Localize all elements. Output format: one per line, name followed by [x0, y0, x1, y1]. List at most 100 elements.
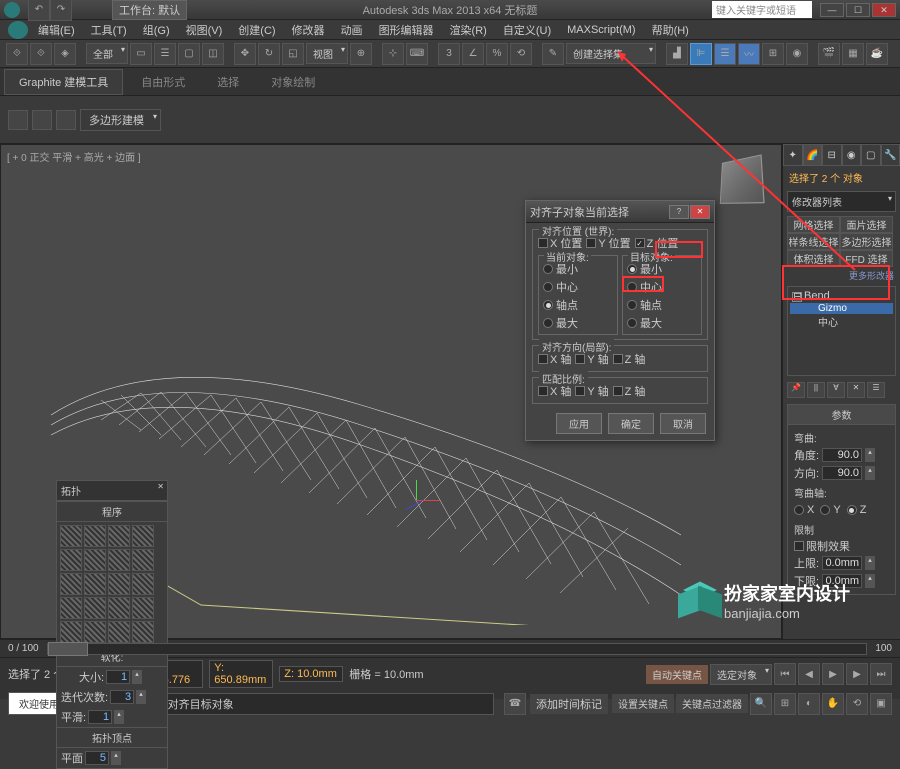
topo-thumb[interactable] — [132, 597, 154, 619]
cur-pivot[interactable]: 轴点 — [543, 296, 613, 314]
menu-maxscript[interactable]: MAXScript(M) — [561, 22, 641, 38]
topo-thumb[interactable] — [60, 621, 82, 643]
render-frame-icon[interactable]: ▦ — [842, 43, 864, 65]
tab-create[interactable]: ✦ — [783, 144, 803, 166]
scale-icon[interactable]: ◱ — [282, 43, 304, 65]
topo-thumb[interactable] — [60, 573, 82, 595]
rect-select-icon[interactable]: ▢ — [178, 43, 200, 65]
filter-dropdown[interactable]: 全部 — [86, 43, 128, 64]
upper-input[interactable]: 0.0mm — [822, 556, 862, 570]
remove-icon[interactable]: ✕ — [847, 382, 865, 398]
tgt-pivot[interactable]: 轴点 — [627, 296, 697, 314]
selset-dropdown[interactable]: 创建选择集 — [566, 43, 656, 64]
modifier-list[interactable]: 修改器列表 — [787, 191, 896, 212]
tab-hierarchy[interactable]: ⊟ — [822, 144, 842, 166]
menu-render[interactable]: 渲染(R) — [444, 20, 493, 40]
setkey-button[interactable]: 设置关键点 — [612, 694, 674, 713]
unlink-icon[interactable]: ⟐ — [30, 43, 52, 65]
angle-snap-icon[interactable]: ∠ — [462, 43, 484, 65]
tab-motion[interactable]: ◉ — [842, 144, 862, 166]
topo-thumb[interactable] — [108, 597, 130, 619]
menu-modifiers[interactable]: 修改器 — [286, 20, 331, 40]
viewcube[interactable] — [720, 154, 765, 204]
zscale-chk[interactable]: Z 轴 — [613, 383, 646, 399]
editnamed-icon[interactable]: ✎ — [542, 43, 564, 65]
topo-thumb[interactable] — [108, 549, 130, 571]
rotate-icon[interactable]: ↻ — [258, 43, 280, 65]
dialog-titlebar[interactable]: 对齐子对象当前选择 ?✕ — [526, 201, 714, 223]
ribbon-btn-1[interactable] — [8, 110, 28, 130]
close-button[interactable]: ✕ — [872, 3, 896, 17]
mod-patch-select[interactable]: 面片选择 — [840, 216, 893, 233]
upper-spinner[interactable]: ▴ — [865, 556, 875, 570]
redo-icon[interactable]: ↷ — [50, 0, 72, 21]
topo-thumb[interactable] — [84, 597, 106, 619]
undo-icon[interactable]: ↶ — [28, 0, 50, 21]
axis-z[interactable]: Z — [847, 503, 867, 517]
menu-edit[interactable]: 编辑(E) — [32, 20, 81, 40]
search-input[interactable]: 键入关键字或短语 — [712, 1, 812, 18]
keyboard-icon[interactable]: ⌨ — [406, 43, 428, 65]
topo-thumb[interactable] — [108, 621, 130, 643]
plane-value[interactable]: 5 — [85, 751, 109, 765]
soften-thumb[interactable] — [61, 669, 77, 685]
keymode-dropdown[interactable]: 选定对象 — [710, 664, 772, 685]
dir-spinner[interactable]: ▴ — [865, 466, 875, 480]
topo-thumb[interactable] — [84, 621, 106, 643]
app-menu-icon[interactable] — [8, 21, 28, 39]
angle-input[interactable]: 90.0 — [822, 448, 862, 462]
config-icon[interactable]: ☰ — [867, 382, 885, 398]
refcoord-dropdown[interactable]: 视图 — [306, 43, 348, 64]
workspace-dropdown[interactable]: 工作台: 默认 — [112, 0, 187, 20]
material-icon[interactable]: ◉ — [786, 43, 808, 65]
next-frame-icon[interactable]: ▶ — [846, 663, 868, 685]
minimize-button[interactable]: — — [820, 3, 844, 17]
apply-button[interactable]: 应用 — [556, 413, 602, 434]
tgt-center[interactable]: 中心 — [627, 278, 697, 296]
mod-ffd-select[interactable]: FFD 选择 — [840, 250, 893, 267]
angle-spinner[interactable]: ▴ — [865, 448, 875, 462]
stack-bend[interactable]: ⊟Bend — [790, 289, 893, 303]
nav-pan-icon[interactable]: ✋ — [822, 693, 844, 715]
topo-thumb[interactable] — [84, 525, 106, 547]
dialog-close[interactable]: ✕ — [690, 205, 710, 219]
topo-thumb[interactable] — [84, 573, 106, 595]
curve-editor-icon[interactable]: 〰 — [738, 43, 760, 65]
topo-thumb[interactable] — [108, 525, 130, 547]
menu-custom[interactable]: 自定义(U) — [497, 20, 557, 40]
select-icon[interactable]: ▭ — [130, 43, 152, 65]
topo-thumb[interactable] — [108, 573, 130, 595]
menu-help[interactable]: 帮助(H) — [646, 20, 695, 40]
dialog-help[interactable]: ? — [669, 205, 689, 219]
time-thumb[interactable] — [48, 642, 88, 656]
tab-utilities[interactable]: 🔧 — [881, 144, 900, 166]
menu-tools[interactable]: 工具(T) — [85, 20, 133, 40]
show-result-icon[interactable]: || — [807, 382, 825, 398]
size-spinner[interactable]: ▴ — [132, 670, 142, 684]
menu-create[interactable]: 创建(C) — [232, 20, 281, 40]
stack-center[interactable]: 中心 — [790, 314, 893, 329]
topo-thumb[interactable] — [60, 525, 82, 547]
poly-dropdown[interactable]: 多边形建模 — [80, 109, 161, 131]
time-slider[interactable] — [47, 643, 868, 655]
keyfilter-button[interactable]: 关键点过滤器 — [676, 694, 748, 713]
menu-view[interactable]: 视图(V) — [180, 20, 229, 40]
snap-icon[interactable]: 3 — [438, 43, 460, 65]
topology-title[interactable]: 拓扑 — [57, 481, 167, 501]
goto-start-icon[interactable]: ⏮ — [774, 663, 796, 685]
pivot-icon[interactable]: ⊕ — [350, 43, 372, 65]
tab-objpaint[interactable]: 对象绘制 — [257, 70, 329, 94]
zaxis-chk[interactable]: Z 轴 — [613, 351, 646, 367]
topo-thumb[interactable] — [84, 549, 106, 571]
topo-thumb[interactable] — [60, 597, 82, 619]
cancel-button[interactable]: 取消 — [660, 413, 706, 434]
render-setup-icon[interactable]: 🎬 — [818, 43, 840, 65]
topo-thumb[interactable] — [132, 573, 154, 595]
maximize-button[interactable]: ☐ — [846, 3, 870, 17]
params-header[interactable]: 参数 — [788, 405, 895, 425]
mirror-icon[interactable]: ▟ — [666, 43, 688, 65]
tab-selection[interactable]: 选择 — [203, 70, 253, 94]
move-icon[interactable]: ✥ — [234, 43, 256, 65]
menu-group[interactable]: 组(G) — [137, 20, 176, 40]
spinner-snap-icon[interactable]: ⟲ — [510, 43, 532, 65]
